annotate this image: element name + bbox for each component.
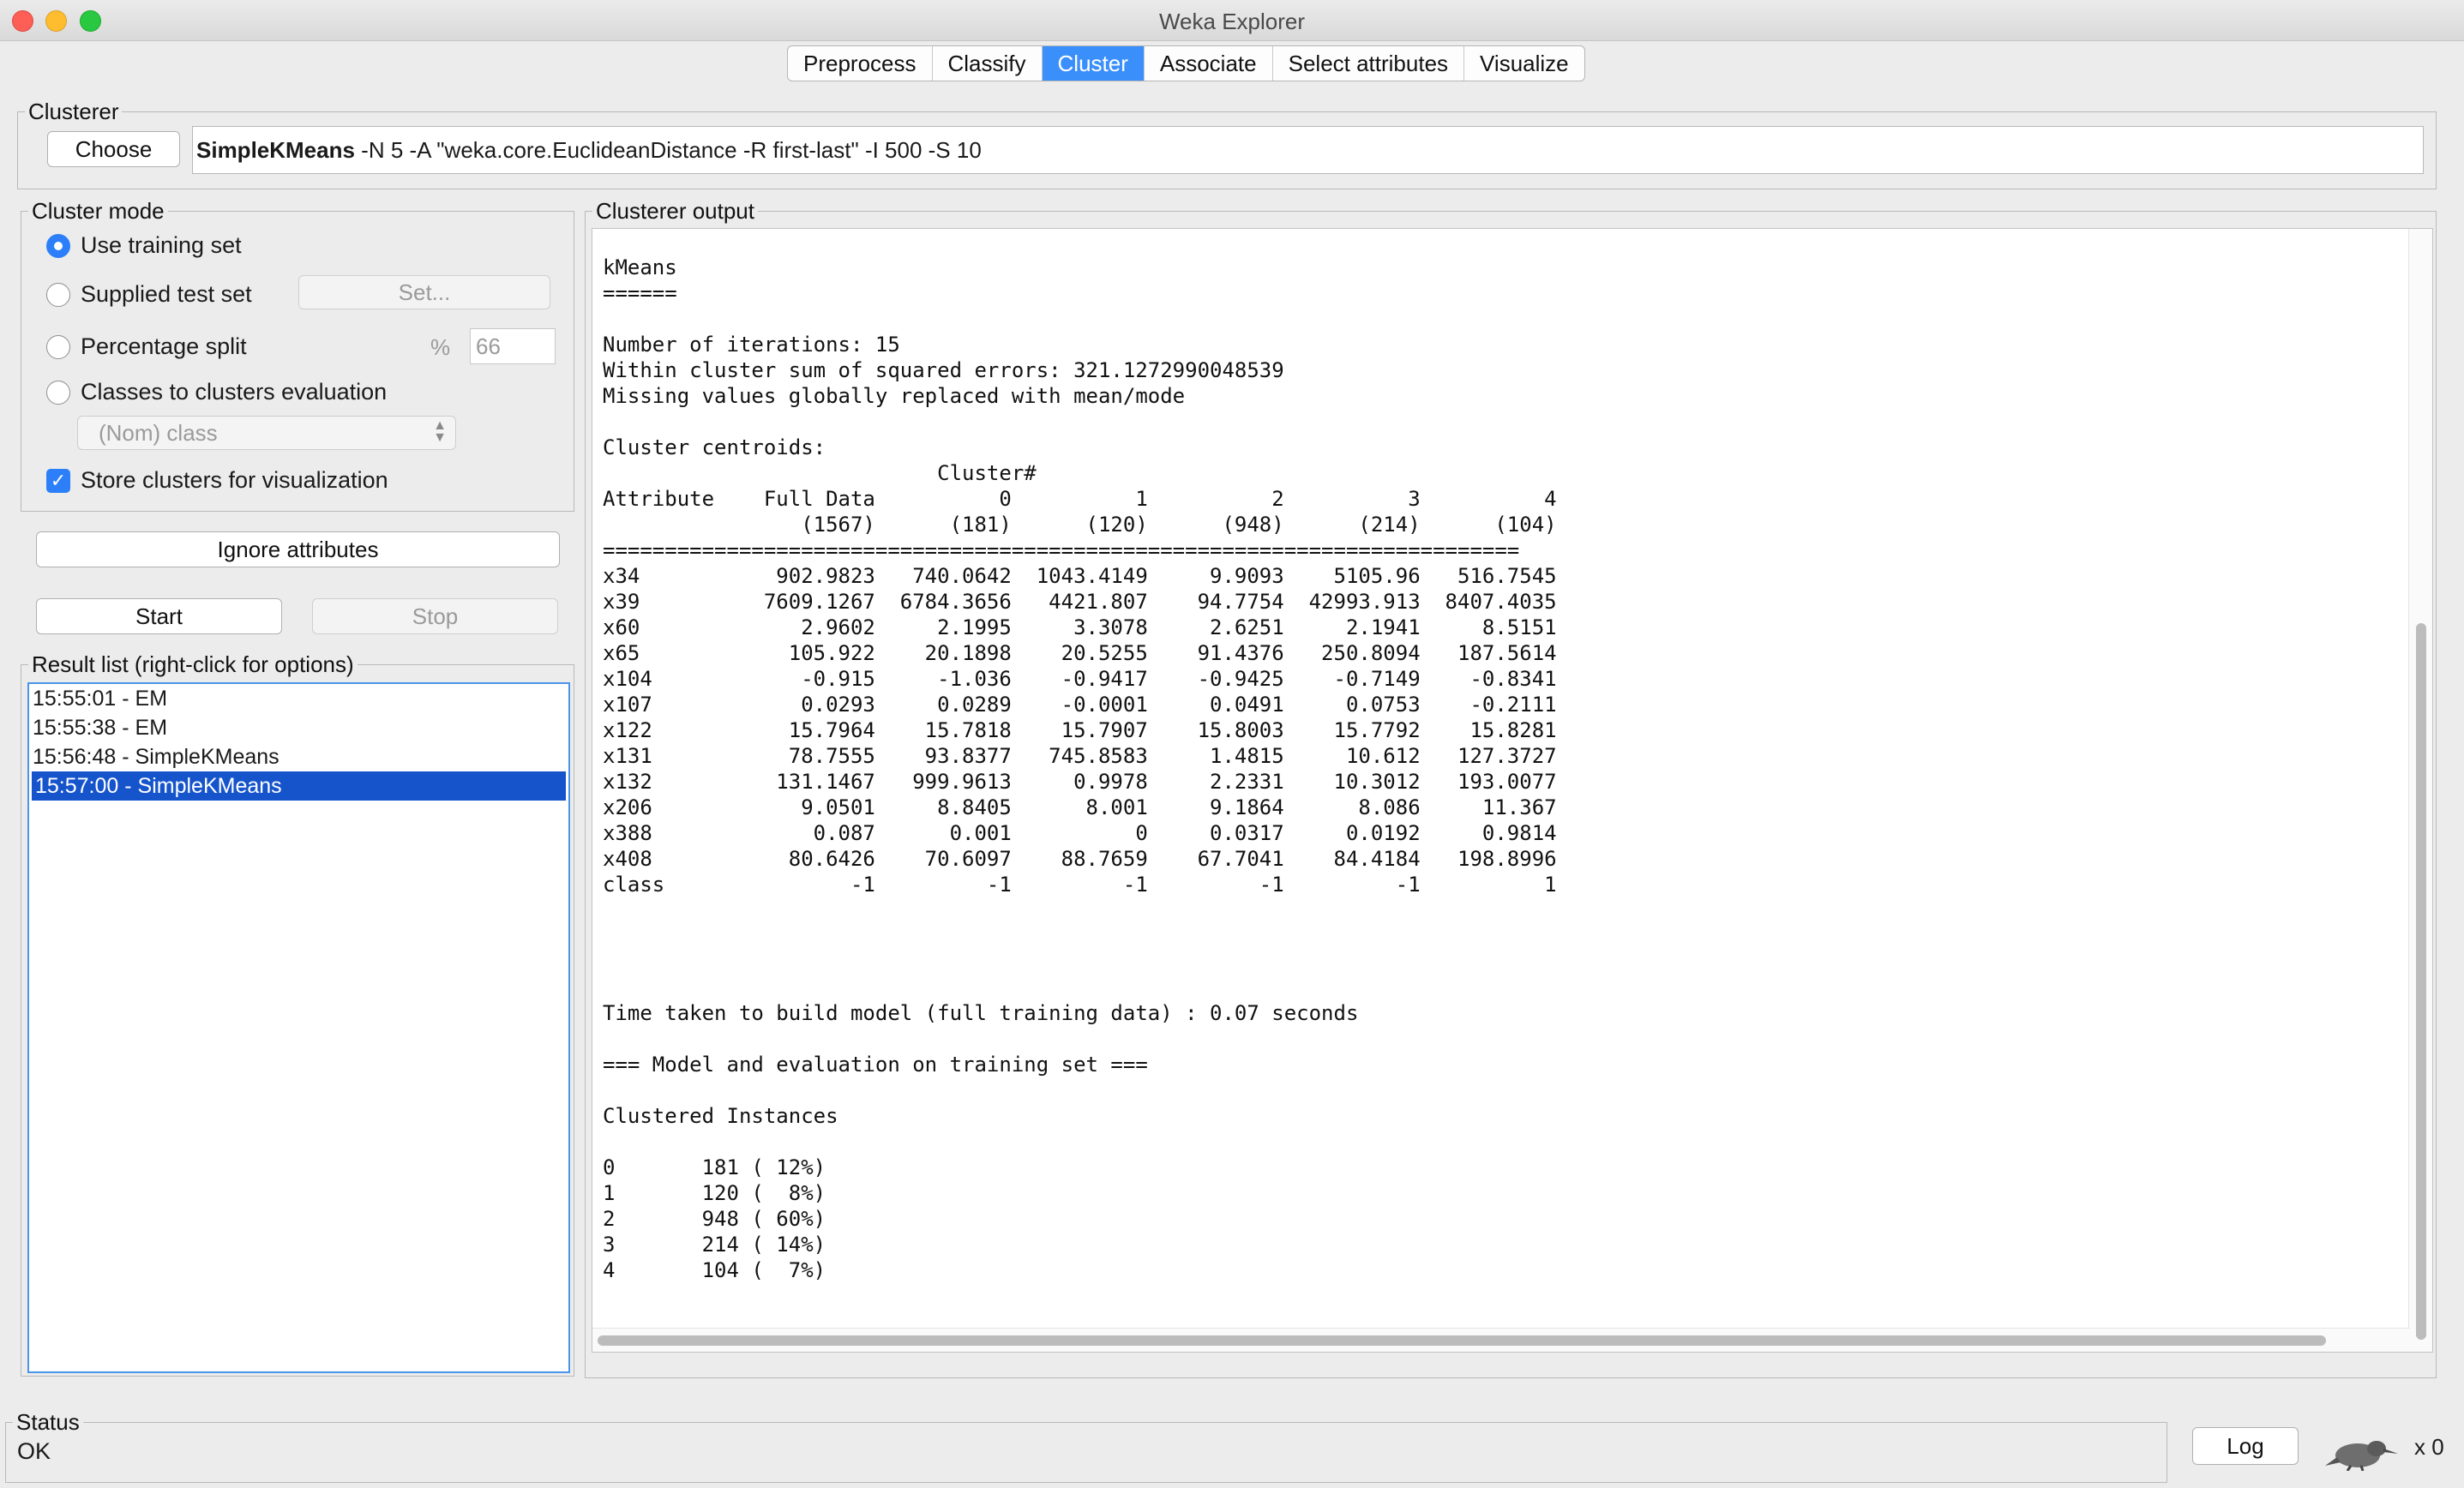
supplied-test-set-radio[interactable] <box>46 282 70 307</box>
class-attribute-value: (Nom) class <box>99 419 218 446</box>
result-list-item[interactable]: 15:56:48 - SimpleKMeans <box>29 742 568 771</box>
store-clusters-label: Store clusters for visualization <box>81 467 388 493</box>
stop-button[interactable]: Stop <box>312 598 558 634</box>
clusterer-legend: Clusterer <box>28 99 119 124</box>
log-button[interactable]: Log <box>2192 1427 2299 1465</box>
classes-to-clusters-option[interactable]: Classes to clusters evaluation <box>46 379 387 405</box>
start-button[interactable]: Start <box>36 598 282 634</box>
set-test-set-button[interactable]: Set... <box>298 275 550 309</box>
tab-bar: Preprocess Classify Cluster Associate Se… <box>787 45 1585 81</box>
tab-select-attributes[interactable]: Select attributes <box>1273 46 1465 81</box>
use-training-set-label: Use training set <box>81 232 242 258</box>
horizontal-scrollbar[interactable] <box>592 1328 2410 1352</box>
result-list-item[interactable]: 15:55:38 - EM <box>29 713 568 742</box>
task-count: x 0 <box>2414 1434 2444 1460</box>
result-list-item-selected[interactable]: 15:57:00 - SimpleKMeans <box>32 771 566 801</box>
store-clusters-option[interactable]: ✓ Store clusters for visualization <box>46 467 388 494</box>
horizontal-scroll-thumb[interactable] <box>598 1335 2326 1346</box>
percentage-split-radio[interactable] <box>46 334 70 359</box>
tab-classify[interactable]: Classify <box>933 46 1043 81</box>
algorithm-name: SimpleKMeans <box>196 136 355 163</box>
title-bar: Weka Explorer <box>0 0 2464 41</box>
cluster-mode-legend: Cluster mode <box>32 198 165 224</box>
store-clusters-checkbox[interactable]: ✓ <box>46 468 70 493</box>
result-list-item[interactable]: 15:55:01 - EM <box>29 684 568 713</box>
clusterer-output-text: kMeans ====== Number of iterations: 15 W… <box>603 255 1557 1282</box>
classes-to-clusters-radio[interactable] <box>46 380 70 405</box>
clusterer-output-legend: Clusterer output <box>596 198 754 224</box>
result-list[interactable]: 15:55:01 - EM 15:55:38 - EM 15:56:48 - S… <box>27 682 570 1373</box>
class-attribute-select[interactable]: (Nom) class ▲ ▼ <box>77 416 456 450</box>
ignore-attributes-button[interactable]: Ignore attributes <box>36 531 560 567</box>
chevron-updown-icon: ▲ ▼ <box>433 418 447 445</box>
percent-sign: % <box>430 334 451 360</box>
percentage-split-option[interactable]: Percentage split <box>46 333 247 360</box>
clusterer-command-field[interactable]: SimpleKMeans -N 5 -A "weka.core.Euclidea… <box>192 126 2424 174</box>
weka-bird-icon[interactable] <box>2323 1431 2399 1472</box>
tab-visualize[interactable]: Visualize <box>1464 46 1584 81</box>
status-panel: Status <box>5 1409 2167 1483</box>
tab-preprocess[interactable]: Preprocess <box>788 46 933 81</box>
supplied-test-set-option[interactable]: Supplied test set <box>46 281 252 308</box>
tab-associate[interactable]: Associate <box>1145 46 1273 81</box>
status-legend: Status <box>16 1409 80 1435</box>
result-list-legend: Result list (right-click for options) <box>32 651 354 677</box>
use-training-set-radio[interactable] <box>46 233 70 258</box>
percentage-split-label: Percentage split <box>81 333 247 359</box>
tab-cluster[interactable]: Cluster <box>1042 46 1145 81</box>
choose-button[interactable]: Choose <box>47 131 180 167</box>
use-training-set-option[interactable]: Use training set <box>46 232 242 259</box>
supplied-test-set-label: Supplied test set <box>81 281 252 307</box>
algorithm-options: -N 5 -A "weka.core.EuclideanDistance -R … <box>354 136 982 163</box>
percentage-split-input[interactable]: 66 <box>470 328 556 364</box>
classes-to-clusters-label: Classes to clusters evaluation <box>81 379 388 405</box>
vertical-scroll-thumb[interactable] <box>2416 623 2426 1340</box>
clusterer-output-area[interactable]: kMeans ====== Number of iterations: 15 W… <box>592 228 2433 1353</box>
vertical-scrollbar[interactable] <box>2408 229 2432 1352</box>
window-title: Weka Explorer <box>1158 9 1306 34</box>
status-text: OK <box>17 1438 51 1464</box>
